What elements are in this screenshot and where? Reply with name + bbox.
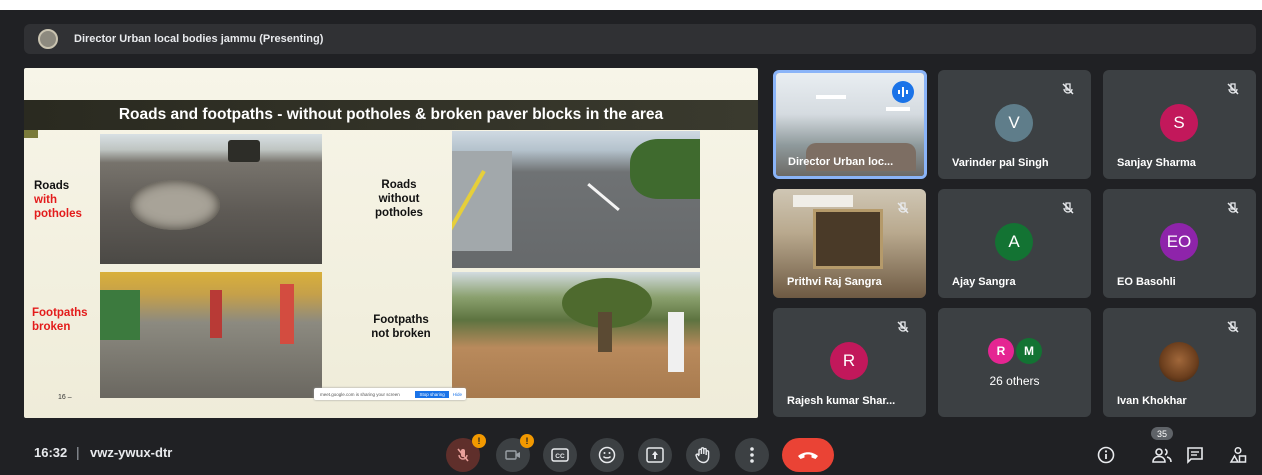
- label-roads-without-potholes: Roads without potholes: [375, 179, 423, 219]
- participant-name: Ajay Sangra: [952, 276, 1016, 288]
- people-button[interactable]: [1150, 443, 1174, 467]
- participant-avatar: [1159, 342, 1199, 382]
- meeting-details-button[interactable]: [1094, 443, 1118, 467]
- participant-tile-varinder[interactable]: V Varinder pal Singh: [938, 70, 1091, 179]
- participant-avatar: EO: [1160, 223, 1198, 261]
- participant-name: Rajesh kumar Shar...: [787, 395, 896, 407]
- participant-name: EO Basohli: [1117, 276, 1176, 288]
- others-avatar: R: [988, 338, 1014, 364]
- participant-avatar: R: [830, 342, 868, 380]
- participant-tile-director[interactable]: Director Urban loc...: [773, 70, 927, 179]
- captions-button[interactable]: CC: [543, 438, 577, 472]
- emoji-icon: [598, 446, 616, 464]
- speaking-indicator-icon: [892, 81, 914, 103]
- more-vert-icon: [750, 447, 754, 463]
- top-edge: [0, 0, 1262, 10]
- participant-count-badge: 35: [1151, 427, 1173, 440]
- photo-footpath-not-broken: [452, 272, 700, 398]
- participant-tile-ivan[interactable]: Ivan Khokhar: [1103, 308, 1256, 417]
- mic-off-icon: [1062, 83, 1074, 95]
- presenting-label: Director Urban local bodies jammu (Prese…: [74, 33, 324, 45]
- participant-tile-prithvi[interactable]: Prithvi Raj Sangra: [773, 189, 926, 298]
- label-footpaths-broken: Footpaths broken: [32, 307, 88, 333]
- participant-avatar: A: [995, 223, 1033, 261]
- participant-tile-rajesh[interactable]: R Rajesh kumar Shar...: [773, 308, 926, 417]
- slide-accent: [24, 130, 38, 138]
- presenting-banner: Director Urban local bodies jammu (Prese…: [24, 24, 1256, 54]
- chat-button[interactable]: [1183, 443, 1207, 467]
- photo-road-without-potholes: [452, 131, 700, 268]
- present-screen-button[interactable]: [638, 438, 672, 472]
- label-footpaths-not-broken: Footpaths not broken: [371, 314, 431, 340]
- meeting-time: 16:32: [34, 445, 68, 460]
- slide-page-number: 16 –: [58, 394, 72, 401]
- share-notice-text: meet.google.com is sharing your screen: [320, 391, 400, 397]
- info-icon: [1097, 446, 1115, 464]
- mic-off-icon: [457, 448, 469, 462]
- others-count-label: 26 others: [989, 374, 1040, 388]
- participant-name: Ivan Khokhar: [1117, 395, 1187, 407]
- label-roads-with-potholes: Roads with potholes: [34, 180, 82, 220]
- shared-screen[interactable]: Roads and footpaths - without potholes &…: [24, 68, 758, 418]
- participant-name: Varinder pal Singh: [952, 157, 1049, 169]
- leave-call-button[interactable]: [782, 438, 834, 472]
- hand-icon: [695, 447, 710, 464]
- meeting-toolbar: 16:32 | vwz-ywux-dtr: [0, 430, 1262, 475]
- participant-name: Sanjay Sharma: [1117, 157, 1196, 169]
- hide-button[interactable]: Hide: [453, 392, 462, 397]
- captions-icon: CC: [551, 448, 569, 462]
- participant-tile-sanjay[interactable]: S Sanjay Sharma: [1103, 70, 1256, 179]
- mic-off-icon: [897, 202, 909, 214]
- participant-name: Director Urban loc...: [788, 156, 894, 168]
- reactions-button[interactable]: [590, 438, 624, 472]
- camera-warning-badge: !: [520, 434, 534, 448]
- svg-text:CC: CC: [555, 453, 565, 460]
- camera-off-icon: [505, 450, 520, 460]
- mic-off-icon: [1227, 321, 1239, 333]
- presenter-avatar: [38, 29, 58, 49]
- participant-name: Prithvi Raj Sangra: [787, 276, 882, 288]
- mic-warning-badge: !: [472, 434, 486, 448]
- mic-off-icon: [1227, 202, 1239, 214]
- people-icon: [1152, 448, 1172, 463]
- slide-title-bar: Roads and footpaths - without potholes &…: [24, 100, 758, 130]
- screen-share-notice: meet.google.com is sharing your screen S…: [314, 388, 466, 400]
- participant-tile-ajay[interactable]: A Ajay Sangra: [938, 189, 1091, 298]
- activities-icon: [1229, 446, 1247, 463]
- photo-road-with-potholes: [100, 134, 322, 264]
- participant-tile-others[interactable]: R M 26 others: [938, 308, 1091, 417]
- participant-avatar: S: [1160, 104, 1198, 142]
- participant-avatar: V: [995, 104, 1033, 142]
- separator: |: [76, 444, 80, 460]
- participant-tile-eo-basohli[interactable]: EO EO Basohli: [1103, 189, 1256, 298]
- present-icon: [646, 447, 664, 463]
- mic-off-icon: [1227, 83, 1239, 95]
- meeting-code: vwz-ywux-dtr: [90, 445, 173, 460]
- mic-off-icon: [1062, 202, 1074, 214]
- activities-button[interactable]: [1226, 443, 1250, 467]
- raise-hand-button[interactable]: [686, 438, 720, 472]
- stop-sharing-button[interactable]: Stop sharing: [415, 390, 449, 398]
- others-avatar: M: [1016, 338, 1042, 364]
- slide-title: Roads and footpaths - without potholes &…: [118, 106, 664, 123]
- chat-icon: [1187, 447, 1203, 464]
- mic-off-icon: [897, 321, 909, 333]
- photo-footpath-broken: [100, 272, 322, 398]
- phone-hangup-icon: [798, 452, 818, 459]
- more-options-button[interactable]: [735, 438, 769, 472]
